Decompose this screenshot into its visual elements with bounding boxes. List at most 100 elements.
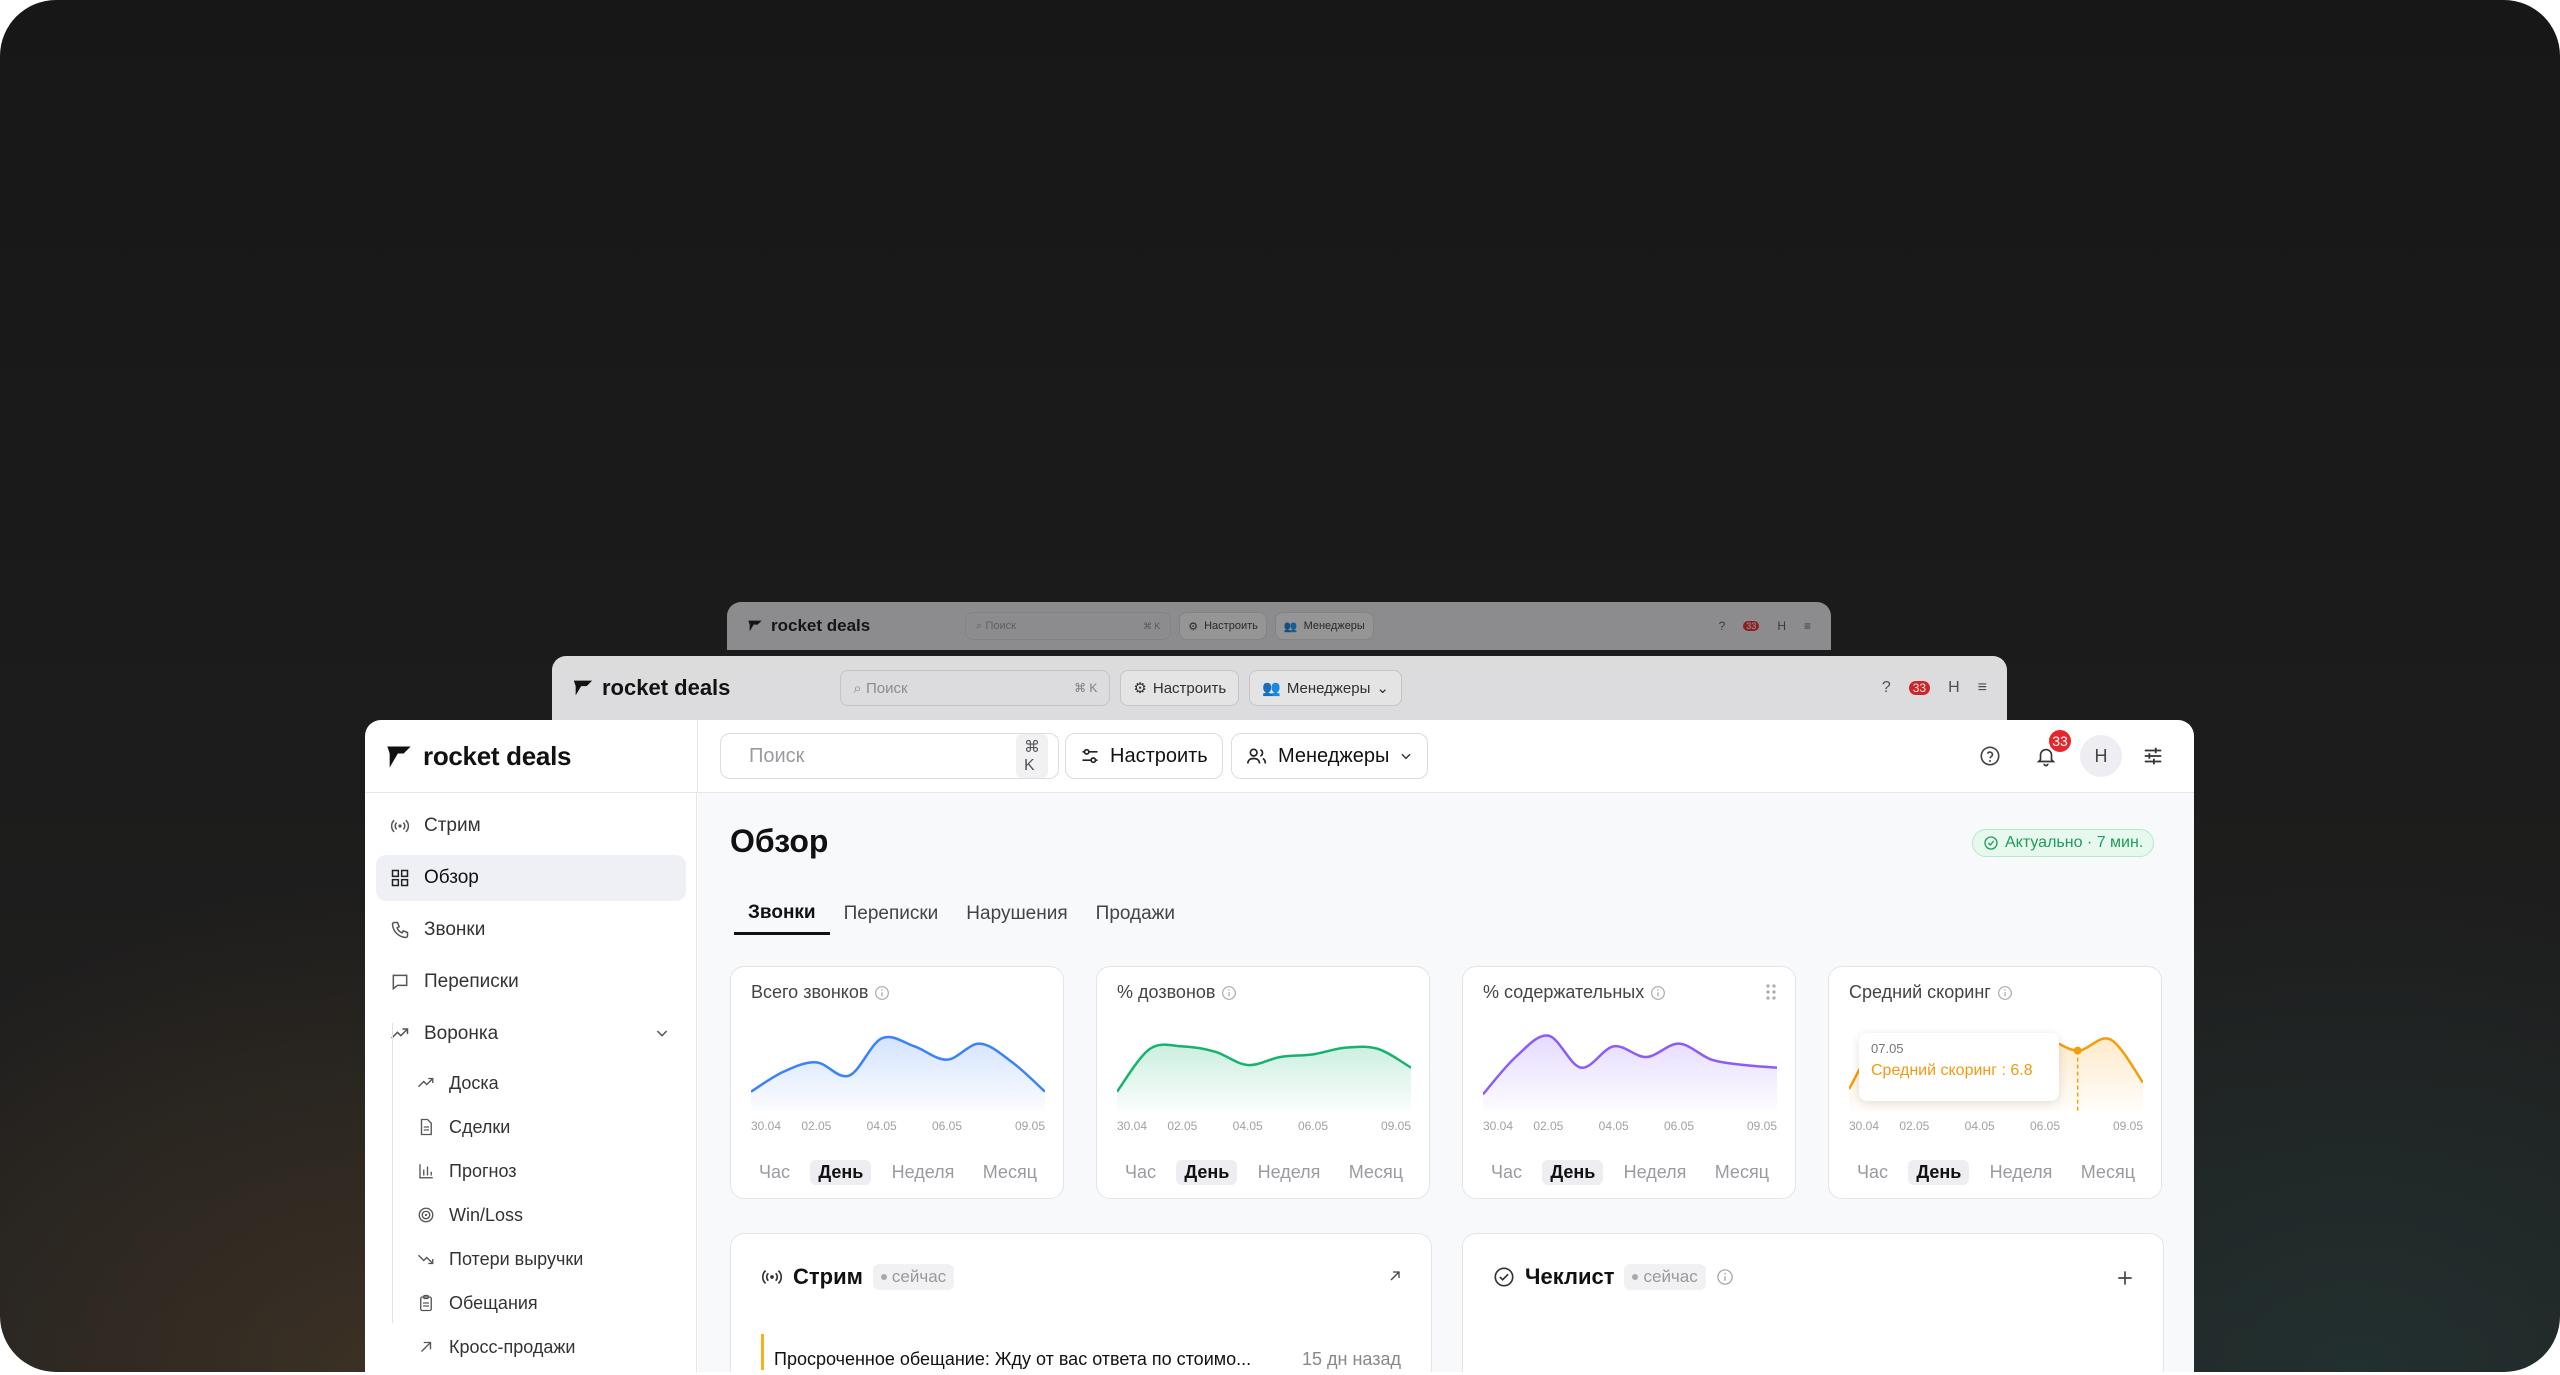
period-week[interactable]: Неделя (1982, 1160, 2061, 1185)
sidebar-item-calls[interactable]: Звонки (376, 907, 686, 953)
live-badge: сейчас (872, 1264, 955, 1290)
rocket-logo-icon (385, 743, 413, 771)
period-month[interactable]: Месяц (1341, 1160, 1411, 1185)
info-icon[interactable] (1997, 985, 2013, 1001)
preferences-button[interactable] (2137, 740, 2169, 772)
tab-violations[interactable]: Нарушения (952, 893, 1081, 935)
clock-check-icon (1984, 836, 1998, 850)
card-title-text: Всего звонков (751, 982, 869, 1002)
period-week[interactable]: Неделя (1250, 1160, 1329, 1185)
configure-button[interactable]: Настроить (1065, 733, 1223, 779)
sidebar-subitem-cross-sales[interactable]: Кросс-продажи (405, 1327, 685, 1367)
sidebar-subitem-deals[interactable]: Сделки (405, 1107, 685, 1147)
period-week[interactable]: Неделя (1616, 1160, 1695, 1185)
sliders-icon: ⚙ (1133, 680, 1147, 697)
period-switcher: Час День Неделя Месяц (1117, 1160, 1411, 1185)
x-tick-label: 30.04 (1483, 1119, 1514, 1133)
period-switcher: Час День Неделя Месяц (751, 1160, 1045, 1185)
help-button[interactable] (1974, 740, 2006, 772)
card-title-text: % дозвонов (1117, 982, 1216, 1002)
add-checklist-button[interactable] (2115, 1268, 2135, 1293)
chart-area[interactable] (1117, 1021, 1411, 1111)
info-icon[interactable] (874, 985, 890, 1001)
search-shortcut: ⌘ K (1016, 734, 1048, 778)
sidebar-subitem-forecast[interactable]: Прогноз (405, 1151, 685, 1191)
period-day[interactable]: День (1542, 1160, 1604, 1185)
card-title: Средний скоринг (1849, 982, 2013, 1003)
tab-chats[interactable]: Переписки (830, 893, 953, 935)
broadcast-icon (761, 1269, 783, 1285)
ghost-search: ⌕ Поиск ⌘ K (965, 612, 1172, 640)
search-icon: ⌕ (853, 679, 862, 697)
info-icon[interactable] (1221, 985, 1237, 1001)
sidebar-item-overview[interactable]: Обзор (376, 855, 686, 901)
checklist-card-header: Чеклист сейчас (1493, 1264, 1734, 1290)
sidebar-item-funnel[interactable]: Воронка (376, 1011, 686, 1057)
period-week[interactable]: Неделя (884, 1160, 963, 1185)
chevron-down-icon (656, 1030, 668, 1037)
info-icon[interactable] (1650, 985, 1666, 1001)
live-badge: сейчас (1624, 1264, 1706, 1290)
configure-label: Настроить (1110, 744, 1208, 767)
sidebar-item-label: Воронка (424, 1023, 499, 1044)
arrow-up-right-icon (421, 1341, 432, 1352)
search-box[interactable]: ⌘ K (720, 733, 1059, 779)
phone-icon (391, 921, 409, 939)
open-stream-button[interactable] (1387, 1268, 1403, 1289)
live-badge-text: сейчас (891, 1267, 947, 1286)
ghost-managers: 👥 Менеджеры ⌄ (1249, 670, 1402, 706)
ghost-configure-label: Настроить (1152, 679, 1227, 697)
stacked-window-back: rocket deals ⌕ Поиск ⌘ K ⚙ Настроить 👥 Мен… (727, 602, 1831, 650)
period-hour[interactable]: Час (1483, 1160, 1530, 1185)
ghost-brand: rocket deals (572, 675, 730, 701)
users-icon (1247, 748, 1267, 764)
sidebar-subitem-board[interactable]: Доска (405, 1063, 685, 1103)
dashboard-icon (391, 869, 409, 887)
chart-area[interactable] (751, 1021, 1045, 1111)
live-dot (880, 1274, 887, 1280)
document-icon (420, 1118, 432, 1136)
period-switcher: Час День Неделя Месяц (1849, 1160, 2143, 1185)
search-input[interactable] (747, 743, 1016, 769)
checklist-card: Чеклист сейчас (1462, 1233, 2164, 1372)
subnav-guide-line (392, 1023, 393, 1323)
period-month[interactable]: Месяц (975, 1160, 1045, 1185)
info-icon[interactable] (1716, 1268, 1734, 1286)
sidebar: Стрим Обзор Звонки Переписки Воронка Дос… (365, 793, 697, 1372)
managers-dropdown[interactable]: Менеджеры (1231, 733, 1429, 779)
sidebar-item-stream[interactable]: Стрим (376, 803, 686, 849)
period-day[interactable]: День (1176, 1160, 1238, 1185)
tab-calls[interactable]: Звонки (734, 893, 830, 935)
chart-area[interactable] (1483, 1021, 1777, 1111)
live-dot (1632, 1274, 1639, 1280)
x-tick-label: 09.05 (1380, 1119, 1411, 1133)
period-day[interactable]: День (810, 1160, 872, 1185)
brand[interactable]: rocket deals (385, 720, 571, 793)
stream-item[interactable]: Просроченное обещание: Жду от вас ответа… (761, 1334, 1401, 1370)
period-day[interactable]: День (1908, 1160, 1970, 1185)
background: rocket deals ⌕ Поиск ⌘ K ⚙ Настроить 👥 Мен… (0, 0, 2560, 1372)
ghost-brand-name: rocket deals (771, 616, 871, 635)
drag-handle-icon[interactable] (1765, 983, 1777, 1006)
users-icon: 👥 (1262, 680, 1281, 697)
period-hour[interactable]: Час (1849, 1160, 1896, 1185)
sidebar-subitem-revenue-loss[interactable]: Потери выручки (405, 1239, 685, 1279)
period-month[interactable]: Месяц (2073, 1160, 2143, 1185)
sidebar-item-chats[interactable]: Переписки (376, 959, 686, 1005)
tooltip-date: 07.05 (1871, 1041, 1904, 1056)
sidebar-subitem-promises[interactable]: Обещания (405, 1283, 685, 1323)
sidebar-item-label: Звонки (424, 919, 486, 940)
hover-point (2073, 1046, 2082, 1055)
period-month[interactable]: Месяц (1707, 1160, 1777, 1185)
sidebar-subitem-label: Обещания (449, 1292, 538, 1313)
avatar[interactable]: Н (2080, 735, 2122, 777)
period-hour[interactable]: Час (1117, 1160, 1164, 1185)
sidebar-subitem-winloss[interactable]: Win/Loss (405, 1195, 685, 1235)
sidebar-subitem-label: Потери выручки (449, 1248, 584, 1269)
tab-sales[interactable]: Продажи (1082, 893, 1189, 935)
period-hour[interactable]: Час (751, 1160, 798, 1185)
sidebar-item-label: Стрим (424, 815, 481, 836)
sidebar-item-label: Обзор (424, 867, 479, 888)
x-axis: 30.04 02.05 04.05 06.05 09.05 (1849, 1119, 2143, 1135)
metric-card-total-calls: Всего звонков 30.04 02.05 04.05 06.05 09.05 … (730, 966, 1064, 1199)
